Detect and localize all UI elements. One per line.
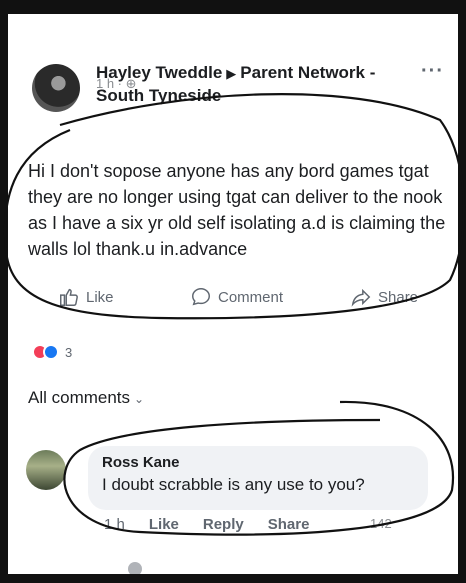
comment-time: 1 h bbox=[104, 516, 125, 533]
post-card: Hayley Tweddle ▶ Parent Network - South Ty… bbox=[8, 14, 458, 574]
post-time-text: 1 h · bbox=[96, 76, 123, 91]
comment-like-button[interactable]: Like bbox=[149, 516, 179, 533]
comment-button[interactable]: Comment bbox=[190, 286, 283, 308]
thumbs-up-icon bbox=[60, 288, 78, 306]
author-line: Hayley Tweddle ▶ Parent Network - South Ty… bbox=[96, 62, 416, 107]
more-options-icon[interactable]: ··· bbox=[421, 60, 444, 83]
post-header: Hayley Tweddle ▶ Parent Network - South Ty… bbox=[24, 58, 444, 124]
comment-reply-button[interactable]: Reply bbox=[203, 516, 244, 533]
like-button[interactable]: Like bbox=[58, 286, 114, 308]
author-avatar[interactable] bbox=[32, 64, 80, 112]
comments-filter[interactable]: All comments ⌄ bbox=[28, 388, 144, 408]
reaction-summary[interactable]: 3 bbox=[32, 344, 72, 360]
comment-text: I doubt scrabble is any use to you? bbox=[102, 475, 365, 494]
commenter-avatar[interactable] bbox=[26, 450, 66, 490]
comment-share-button[interactable]: Share bbox=[268, 516, 310, 533]
reaction-count: 3 bbox=[65, 344, 73, 360]
chevron-down-icon: ⌄ bbox=[134, 392, 145, 406]
comment-author[interactable]: Ross Kane bbox=[102, 454, 414, 471]
comment-bubble: Ross Kane I doubt scrabble is any use to… bbox=[88, 446, 428, 510]
share-button[interactable]: Share bbox=[350, 286, 418, 308]
globe-icon: ⊕ bbox=[125, 76, 137, 91]
share-icon bbox=[351, 288, 371, 307]
share-label: Share bbox=[378, 288, 419, 306]
comments-filter-label: All comments bbox=[28, 388, 131, 407]
post-text: Hi I don't sopose anyone has any bord ga… bbox=[28, 161, 446, 259]
post-time: 1 h · ⊕ bbox=[96, 76, 137, 92]
comment-icon bbox=[192, 288, 210, 306]
post-actions: Like Comment Share bbox=[28, 286, 448, 316]
comment-actions: 1 h Like Reply Share bbox=[104, 516, 309, 533]
comment-label: Comment bbox=[218, 288, 284, 306]
like-label: Like bbox=[86, 288, 114, 306]
comment-like-count: 142 bbox=[370, 516, 392, 531]
arrow-right-icon: ▶ bbox=[226, 66, 237, 81]
like-reaction-icon bbox=[43, 344, 59, 360]
next-comment-avatar bbox=[128, 562, 142, 574]
